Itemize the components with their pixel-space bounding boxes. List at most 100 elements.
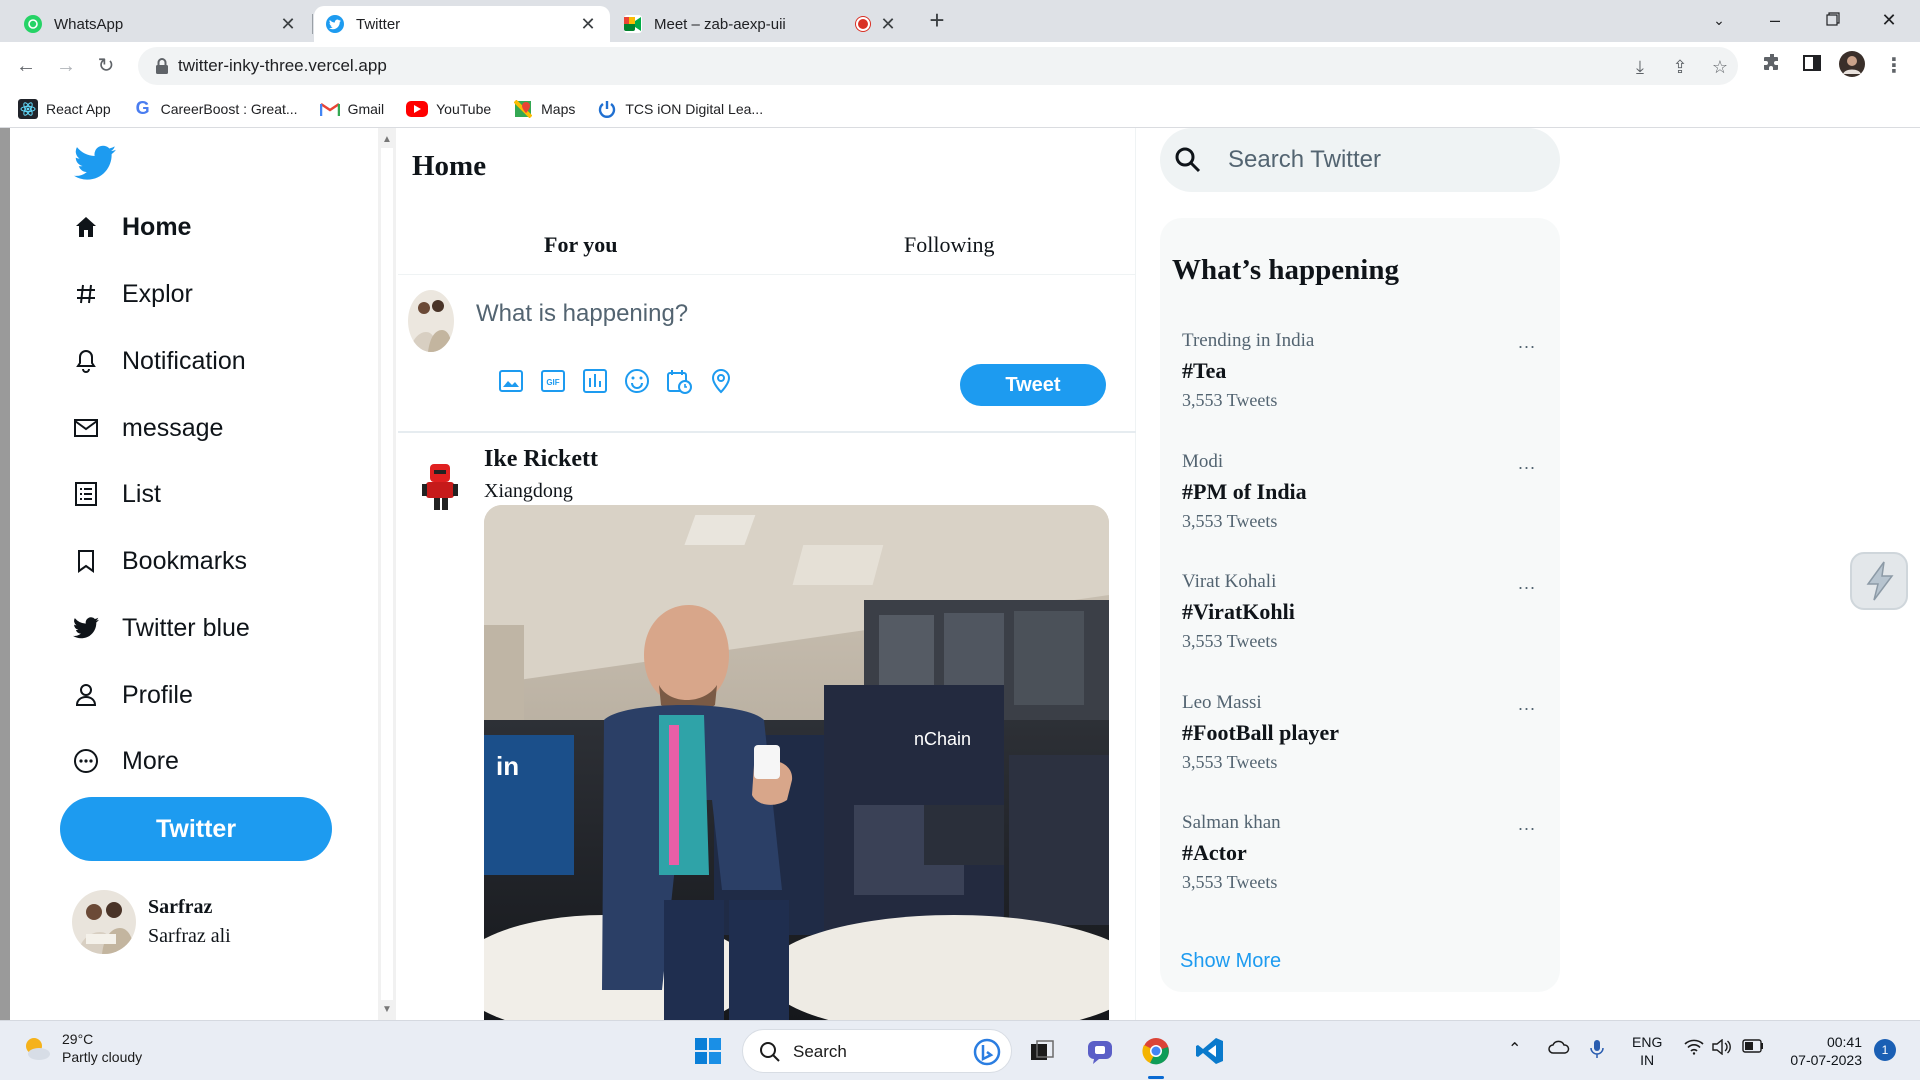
- system-clock[interactable]: 00:41 07-07-2023: [1782, 1033, 1862, 1069]
- nav-messages[interactable]: message: [72, 408, 223, 448]
- chevron-up-icon[interactable]: ⌃: [1508, 1039, 1521, 1059]
- nav-label: List: [122, 479, 161, 508]
- tab-search-icon[interactable]: ⌄: [1696, 4, 1742, 36]
- nav-more[interactable]: More: [72, 741, 179, 781]
- side-panel-icon[interactable]: [1796, 50, 1828, 82]
- account-switcher[interactable]: Sarfraz Sarfraz ali: [72, 890, 231, 954]
- tab-following[interactable]: Following: [904, 232, 994, 258]
- nav-lists[interactable]: List: [72, 474, 161, 514]
- scrollbar-thumb[interactable]: [381, 148, 393, 1000]
- new-tab-button[interactable]: +: [922, 6, 952, 36]
- language-indicator[interactable]: ENG IN: [1632, 1033, 1662, 1069]
- minimize-button[interactable]: –: [1752, 4, 1798, 36]
- avatar: [72, 890, 136, 954]
- nav-profile[interactable]: Profile: [72, 675, 193, 715]
- bing-icon[interactable]: [973, 1038, 1001, 1066]
- profile-avatar[interactable]: [1836, 50, 1868, 82]
- post-author-name[interactable]: Ike Rickett: [484, 446, 598, 473]
- reload-icon[interactable]: ↻: [90, 50, 122, 82]
- search-bar[interactable]: [1160, 128, 1560, 192]
- chrome-menu-icon[interactable]: ⋮: [1878, 50, 1910, 82]
- show-more-link[interactable]: Show More: [1180, 950, 1281, 973]
- schedule-icon[interactable]: [666, 368, 692, 394]
- careerboost-icon: G: [135, 98, 150, 118]
- more-options-icon[interactable]: ...: [1518, 573, 1536, 594]
- bookmark-react-app[interactable]: React App: [18, 98, 111, 119]
- whatsapp-icon: [24, 15, 42, 33]
- floating-extension-button[interactable]: [1850, 552, 1908, 610]
- close-tab-icon[interactable]: ✕: [278, 14, 298, 34]
- location-icon[interactable]: [708, 368, 734, 394]
- tweet-composer-input[interactable]: [476, 296, 1036, 332]
- gif-icon[interactable]: GIF: [540, 368, 566, 394]
- more-options-icon[interactable]: ...: [1518, 453, 1536, 474]
- bookmark-tcs-ion[interactable]: TCS iON Digital Lea...: [597, 99, 763, 119]
- tab-title: Twitter: [356, 15, 401, 33]
- trend-context: Leo Massi: [1182, 692, 1262, 713]
- twitter-page: Home Explor Notification message List Bo…: [0, 128, 1920, 1020]
- bookmark-label: YouTube: [436, 100, 492, 117]
- volume-icon[interactable]: [1712, 1038, 1732, 1060]
- search-input[interactable]: [1228, 140, 1528, 180]
- windows-start-icon[interactable]: [690, 1033, 726, 1069]
- close-tab-icon[interactable]: ✕: [578, 14, 598, 34]
- extensions-icon[interactable]: [1756, 50, 1788, 82]
- share-icon[interactable]: ⇪: [1668, 55, 1692, 79]
- twitter-logo-icon[interactable]: [74, 144, 116, 182]
- bookmark-maps[interactable]: Maps: [513, 99, 575, 119]
- chrome-taskbar-icon[interactable]: [1138, 1033, 1174, 1069]
- more-options-icon[interactable]: ...: [1518, 332, 1536, 353]
- microphone-icon[interactable]: [1590, 1039, 1604, 1064]
- more-options-icon[interactable]: ...: [1518, 694, 1536, 715]
- twitter-bird-icon: [326, 15, 344, 33]
- battery-icon[interactable]: [1742, 1039, 1764, 1058]
- active-app-indicator: [1148, 1076, 1164, 1079]
- nav-home[interactable]: Home: [72, 207, 191, 247]
- teams-chat-icon[interactable]: [1082, 1033, 1118, 1069]
- scroll-down-arrow-icon[interactable]: ▼: [382, 1004, 392, 1015]
- forward-arrow-icon[interactable]: →: [50, 50, 82, 82]
- close-tab-icon[interactable]: ✕: [878, 14, 898, 34]
- wifi-icon[interactable]: [1684, 1039, 1704, 1060]
- bookmark-careerboost[interactable]: G CareerBoost : Great...: [133, 98, 298, 119]
- install-app-icon[interactable]: ⤓: [1628, 55, 1652, 79]
- bookmark-gmail[interactable]: Gmail: [319, 99, 384, 119]
- notification-badge[interactable]: 1: [1874, 1039, 1896, 1061]
- bookmark-youtube[interactable]: YouTube: [406, 100, 492, 117]
- task-view-icon[interactable]: [1024, 1033, 1060, 1069]
- poll-icon[interactable]: [582, 368, 608, 394]
- nav-explore[interactable]: Explor: [72, 274, 193, 314]
- nav-notifications[interactable]: Notification: [72, 341, 246, 381]
- address-bar[interactable]: twitter-inky-three.vercel.app ⤓ ⇪ ☆: [138, 47, 1738, 85]
- trend-item[interactable]: Trending in India #Tea 3,553 Tweets ...: [1182, 330, 1542, 411]
- tab-twitter[interactable]: Twitter ✕: [314, 6, 610, 42]
- trend-count: 3,553 Tweets: [1182, 511, 1278, 531]
- tab-for-you[interactable]: For you: [544, 232, 618, 258]
- vscode-icon[interactable]: [1192, 1033, 1228, 1069]
- trend-item[interactable]: Leo Massi #FootBall player 3,553 Tweets …: [1182, 692, 1542, 773]
- post-image[interactable]: in nChain: [484, 505, 1109, 1020]
- twitter-compose-button[interactable]: Twitter: [60, 797, 332, 861]
- user-handle: Sarfraz ali: [148, 925, 231, 947]
- tab-whatsapp[interactable]: WhatsApp ✕: [12, 6, 310, 42]
- tweet-button[interactable]: Tweet: [960, 364, 1106, 406]
- nav-bookmarks[interactable]: Bookmarks: [72, 541, 247, 581]
- back-arrow-icon[interactable]: ←: [10, 50, 42, 82]
- trend-item[interactable]: Virat Kohali #ViratKohli 3,553 Tweets ..…: [1182, 571, 1542, 652]
- restore-button[interactable]: [1810, 4, 1856, 36]
- nav-twitter-blue[interactable]: Twitter blue: [72, 608, 250, 648]
- sidebar-scrollbar[interactable]: ▲ ▼: [378, 128, 396, 1020]
- close-window-button[interactable]: ✕: [1866, 4, 1912, 36]
- taskbar-search[interactable]: Search: [742, 1029, 1012, 1073]
- onedrive-icon[interactable]: [1548, 1039, 1570, 1060]
- trend-item[interactable]: Modi #PM of India 3,553 Tweets ...: [1182, 451, 1542, 532]
- tab-meet[interactable]: Meet – zab-aexp-uii ✕: [612, 6, 910, 42]
- trend-item[interactable]: Salman khan #Actor 3,553 Tweets ...: [1182, 812, 1542, 893]
- scroll-up-arrow-icon[interactable]: ▲: [382, 134, 392, 145]
- image-icon[interactable]: [498, 368, 524, 394]
- emoji-icon[interactable]: [624, 368, 650, 394]
- post-author-avatar[interactable]: [422, 460, 458, 512]
- more-options-icon[interactable]: ...: [1518, 814, 1536, 835]
- bookmark-star-icon[interactable]: ☆: [1708, 55, 1732, 79]
- weather-widget[interactable]: 29°C Partly cloudy: [22, 1031, 142, 1065]
